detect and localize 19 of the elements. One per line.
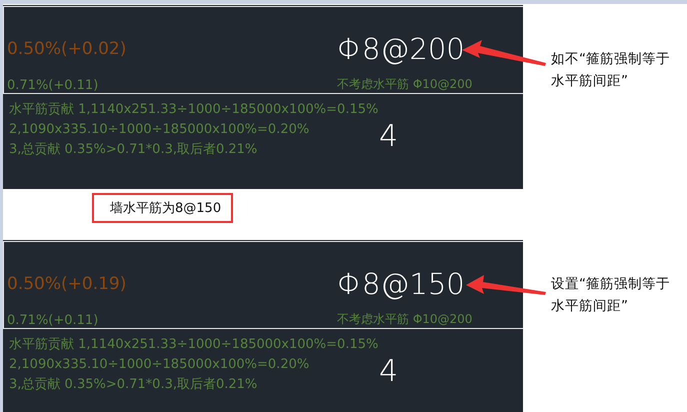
ratio-text: 0.50%(+0.19): [7, 274, 128, 294]
rebar-note: 不考虑水平筋 Φ10@200: [337, 76, 472, 93]
calc-line: 水平筋贡献 1,1140x251.33÷1000÷185000x100%=0.15%: [9, 101, 379, 119]
rebar-note: 不考虑水平筋 Φ10@200: [337, 311, 472, 328]
note-label: 墙水平筋为8@150: [92, 192, 234, 223]
callout-text: 设置“箍筋强制等于水平筋间距”: [551, 275, 671, 316]
calc-line: 3,总贡献 0.35%>0.71*0.3,取后者0.21%: [9, 141, 258, 159]
count-text: 4: [379, 354, 398, 389]
count-text: 4: [379, 118, 398, 154]
calc-line: 2,1090x335.10÷1000÷185000x100%=0.20%: [9, 121, 310, 139]
calc-line: 2,1090x335.10÷1000÷185000x100%=0.20%: [9, 356, 310, 374]
rebar-label: Φ8@200: [337, 32, 465, 66]
min-ratio-text: 0.71%(+0.11): [7, 78, 100, 93]
min-ratio-text: 0.71%(+0.11): [7, 313, 100, 328]
calc-line: 3,总贡献 0.35%>0.71*0.3,取后者0.21%: [9, 376, 258, 394]
ratio-text: 0.50%(+0.02): [7, 39, 128, 59]
calc-line: 水平筋贡献 1,1140x251.33÷1000÷185000x100%=0.15%: [9, 336, 379, 354]
callout-text: 如不“箍筋强制等于水平筋间距”: [551, 50, 671, 91]
rebar-label: Φ8@150: [337, 267, 465, 302]
